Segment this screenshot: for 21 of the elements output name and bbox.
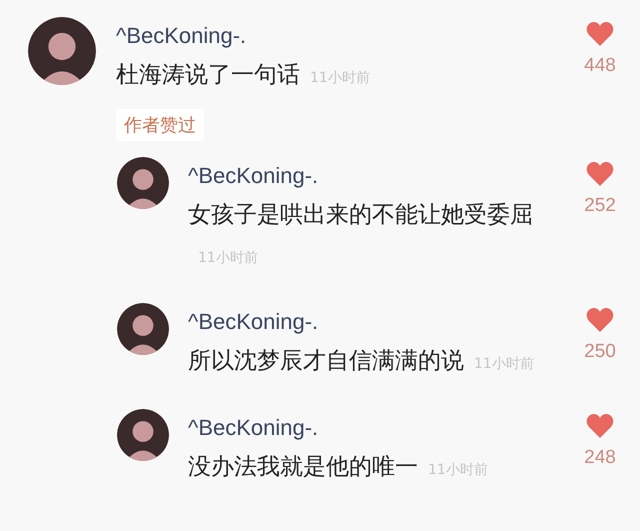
comment-text: 杜海涛说了一句话 — [116, 62, 300, 88]
author-liked-badge: 作者赞过 — [116, 109, 204, 141]
username[interactable]: ^BecKoning-. — [116, 19, 554, 53]
heart-icon[interactable] — [586, 413, 614, 439]
like-count: 248 — [584, 447, 616, 469]
like-count: 448 — [584, 55, 616, 77]
avatar-icon[interactable] — [117, 409, 169, 461]
reply-text: 所以沈梦辰才自信满满的说 — [188, 348, 464, 374]
username[interactable]: ^BecKoning-. — [188, 159, 554, 193]
like-count: 252 — [584, 195, 616, 217]
reply-text: 女孩子是哄出来的不能让她受委屈 — [188, 202, 533, 228]
heart-icon[interactable] — [586, 21, 614, 47]
username[interactable]: ^BecKoning-. — [188, 411, 554, 445]
username[interactable]: ^BecKoning-. — [188, 305, 554, 339]
avatar-icon[interactable] — [117, 303, 169, 355]
avatar-icon[interactable] — [28, 17, 96, 85]
heart-icon[interactable] — [586, 307, 614, 333]
heart-icon[interactable] — [586, 161, 614, 187]
like-count: 250 — [584, 341, 616, 363]
reply-text: 没办法我就是他的唯一 — [188, 454, 418, 480]
avatar-icon[interactable] — [117, 157, 169, 209]
